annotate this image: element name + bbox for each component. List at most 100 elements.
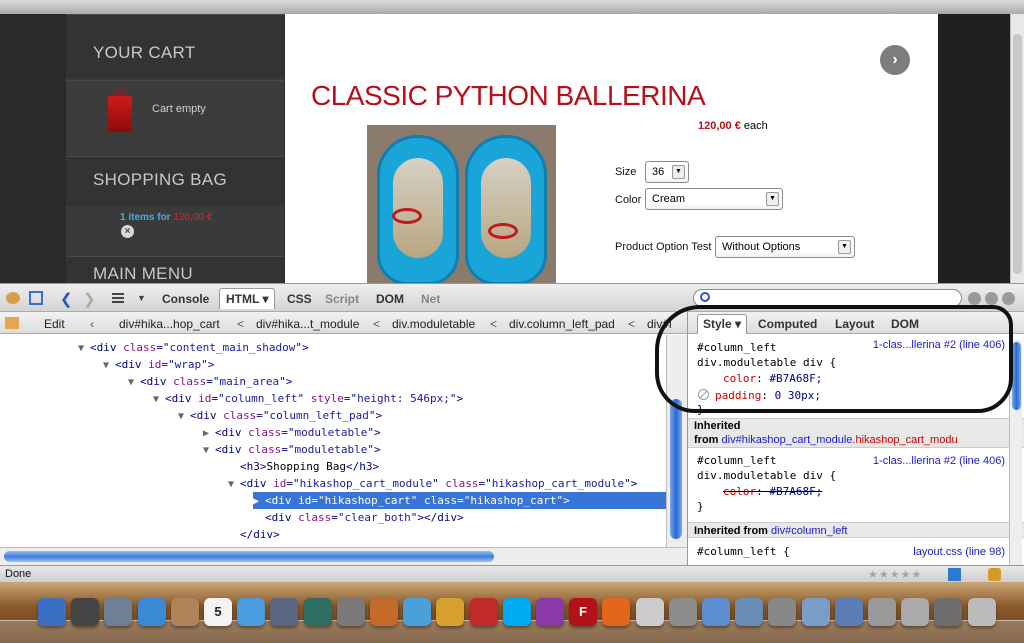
inherited-link[interactable]: div#column_left <box>771 525 847 537</box>
html-tree-row[interactable]: ▼ <div id="wrap"> <box>103 356 214 373</box>
display-icon[interactable] <box>901 598 929 626</box>
tab-dom[interactable]: DOM <box>376 292 404 306</box>
firefox-icon[interactable] <box>602 598 630 626</box>
rule-source-link[interactable]: layout.css (line 98) <box>913 546 1005 558</box>
list-icon[interactable] <box>112 293 124 303</box>
filezilla-icon[interactable]: F <box>569 598 597 626</box>
dropdown-icon[interactable]: ▼ <box>137 293 146 303</box>
css-rule[interactable]: #column_left { layout.css (line 98) <box>688 540 1024 565</box>
time-machine-icon[interactable] <box>304 598 332 626</box>
preview-icon[interactable] <box>370 598 398 626</box>
css-property[interactable]: color: #B7A68F; <box>723 372 822 385</box>
firebug-status-icon[interactable] <box>948 568 961 581</box>
html-tree-row[interactable]: <div class="clear_both"></div> <box>253 509 464 526</box>
disable-icon[interactable] <box>698 389 709 400</box>
tab-net[interactable]: Net <box>421 292 440 306</box>
cart-items-summary[interactable]: 1 items for 120,00 € <box>120 212 212 223</box>
html-horizontal-scroll-thumb[interactable] <box>4 551 494 562</box>
next-product-button[interactable]: › <box>880 45 910 75</box>
collapse-triangle-icon[interactable]: ▼ <box>78 340 90 357</box>
rule-source-link[interactable]: 1-clas...llerina #2 (line 406) <box>873 455 1005 467</box>
html-tree-row[interactable]: ▼ <div id="column_left" style="height: 54… <box>153 390 463 407</box>
html-vertical-scrollbar[interactable] <box>666 335 687 547</box>
downloads-icon[interactable] <box>835 598 863 626</box>
disk-utility-icon[interactable] <box>669 598 697 626</box>
html-tree-row[interactable]: ▼ <div class="column_left_pad"> <box>178 407 382 424</box>
spaces-icon[interactable] <box>270 598 298 626</box>
css-rule[interactable]: #column_left 1-clas...llerina #2 (line 4… <box>688 449 1024 513</box>
html-tree-row[interactable]: <h3>Shopping Bag</h3> <box>228 458 379 475</box>
breadcrumb-scroll-left[interactable]: ‹ <box>90 317 94 331</box>
html-tree-row[interactable]: </div> <box>228 526 280 543</box>
ink-icon[interactable] <box>403 598 431 626</box>
close-icon[interactable] <box>1002 292 1015 305</box>
address-book-icon[interactable] <box>171 598 199 626</box>
html-tree-row[interactable]: ▼ <div class="content_main_shadow"> <box>78 339 309 356</box>
side-tab-layout[interactable]: Layout <box>835 317 874 331</box>
finder-icon[interactable] <box>38 598 66 626</box>
page-scrollbar[interactable] <box>1010 14 1024 283</box>
flower-icon[interactable] <box>436 598 464 626</box>
side-tab-dom[interactable]: DOM <box>891 317 919 331</box>
expand-triangle-icon[interactable]: ▶ <box>203 425 215 442</box>
mail-icon[interactable] <box>104 598 132 626</box>
product-image[interactable] <box>367 125 556 283</box>
skype-icon[interactable] <box>503 598 531 626</box>
stack-icon[interactable] <box>934 598 962 626</box>
system-preferences-icon[interactable] <box>337 598 365 626</box>
page-scrollbar-thumb[interactable] <box>1013 34 1022 274</box>
collapse-triangle-icon[interactable]: ▼ <box>103 357 115 374</box>
minimize-icon[interactable] <box>968 292 981 305</box>
detach-icon[interactable] <box>985 292 998 305</box>
ical-icon[interactable]: 5 <box>204 598 232 626</box>
collapse-triangle-icon[interactable]: ▼ <box>178 408 190 425</box>
html-tree-row[interactable]: ▼ <div class="moduletable"> <box>203 441 381 458</box>
acrobat-icon[interactable] <box>470 598 498 626</box>
collapse-triangle-icon[interactable]: ▼ <box>203 442 215 459</box>
folder-icon[interactable] <box>802 598 830 626</box>
edit-icon[interactable] <box>5 317 19 329</box>
collapse-triangle-icon[interactable]: ▼ <box>228 476 240 493</box>
inspect-icon[interactable] <box>29 291 43 305</box>
firebug-icon[interactable] <box>6 292 20 304</box>
style-panel-scrollbar[interactable] <box>1009 340 1022 565</box>
itunes-icon[interactable] <box>237 598 265 626</box>
rating-stars-icon[interactable]: ★★★★★ <box>868 568 922 581</box>
dashboard-icon[interactable] <box>71 598 99 626</box>
firebug-search-input[interactable] <box>693 289 962 307</box>
html-tree-row-selected[interactable]: ▶ <div id="hikashop_cart" class="hikashop… <box>253 492 666 509</box>
finder-window-icon[interactable] <box>702 598 730 626</box>
css-rule[interactable]: #column_left 1-clas...llerina #2 (line 4… <box>688 337 1024 417</box>
edit-button[interactable]: Edit <box>44 317 65 331</box>
cart-items-count[interactable]: 1 items for <box>120 212 171 223</box>
calculator-icon[interactable] <box>868 598 896 626</box>
back-arrow-icon[interactable]: ❮ <box>60 290 73 308</box>
rule-source-link[interactable]: 1-clas...llerina #2 (line 406) <box>873 339 1005 351</box>
color-select[interactable]: Cream ▼ <box>645 188 783 210</box>
screen-icon[interactable] <box>768 598 796 626</box>
remove-icon[interactable]: × <box>121 225 134 238</box>
breadcrumb-item[interactable]: div#hika...hop_cart <box>119 317 220 331</box>
html-tree-row[interactable]: ▶ <div class="moduletable"> <box>203 424 381 441</box>
breadcrumb-item[interactable]: div#hika...t_module <box>256 317 359 331</box>
collapse-triangle-icon[interactable]: ▼ <box>153 391 165 408</box>
tab-css[interactable]: CSS <box>287 292 312 306</box>
html-horizontal-scrollbar[interactable] <box>0 547 687 565</box>
side-tab-computed[interactable]: Computed <box>758 317 817 331</box>
breadcrumb-item[interactable]: div.column_left_pad <box>509 317 615 331</box>
trash-icon[interactable] <box>968 598 996 626</box>
style-panel-scroll-thumb[interactable] <box>1012 342 1021 410</box>
collapse-triangle-icon[interactable]: ▼ <box>128 374 140 391</box>
html-tree-row[interactable]: ▼ <div id="hikashop_cart_module" class="h… <box>228 475 637 492</box>
textmate-icon[interactable] <box>536 598 564 626</box>
script-editor-icon[interactable] <box>636 598 664 626</box>
image-capture-icon[interactable] <box>735 598 763 626</box>
inherited-link-class[interactable]: .hikashop_cart_modu <box>852 434 957 446</box>
tab-script[interactable]: Script <box>325 292 359 306</box>
tab-console[interactable]: Console <box>162 292 209 306</box>
safari-icon[interactable] <box>138 598 166 626</box>
option-select[interactable]: Without Options ▼ <box>715 236 855 258</box>
breadcrumb-item[interactable]: div#i <box>647 317 672 331</box>
css-property[interactable]: padding: 0 30px; <box>698 388 821 402</box>
html-vertical-scroll-thumb[interactable] <box>670 399 682 539</box>
